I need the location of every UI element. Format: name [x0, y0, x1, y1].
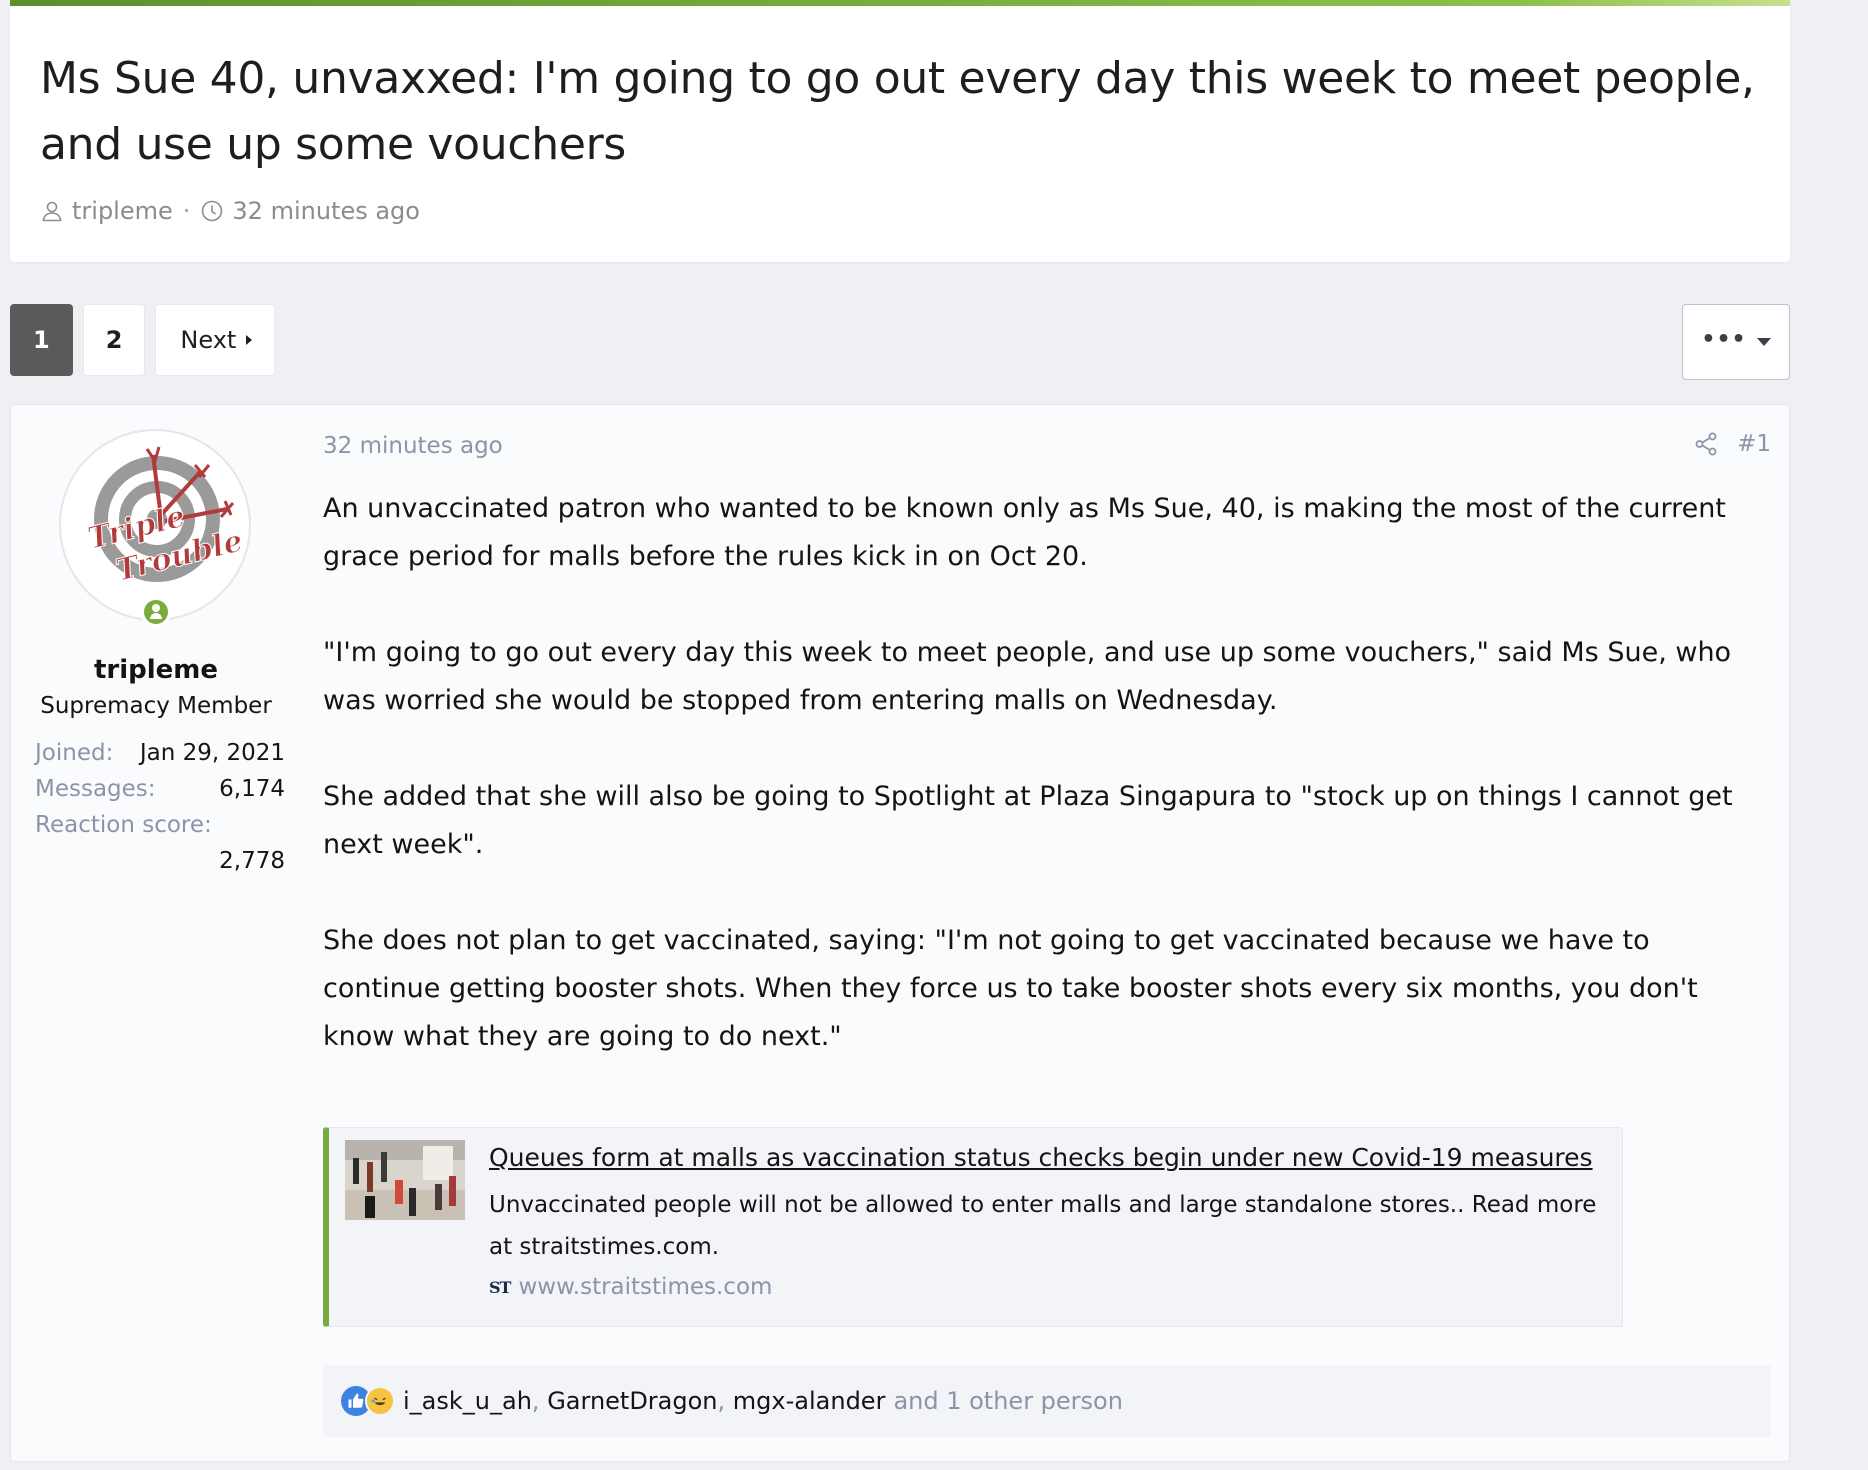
stat-messages: Messages: 6,174 [35, 771, 285, 807]
reactions-bar[interactable]: i_ask_u_ah, GarnetDragon, mgx-alander an… [323, 1365, 1771, 1437]
caret-right-icon [246, 335, 253, 345]
reaction-icons [341, 1386, 395, 1416]
photo-thumbnail [345, 1140, 465, 1220]
link-preview-title[interactable]: Queues form at malls as vaccination stat… [489, 1140, 1593, 1176]
stat-joined: Joined: Jan 29, 2021 [35, 735, 285, 771]
chevron-down-icon [1756, 338, 1771, 346]
avatar[interactable]: Triple Trouble [59, 429, 251, 621]
post-paragraph: "I'm going to go out every day this week… [323, 637, 1732, 716]
post-card: Triple Trouble tripleme Supremacy Member… [10, 404, 1790, 1462]
thread-title: Ms Sue 40, unvaxxed: I'm going to go out… [40, 53, 1755, 170]
user-icon [42, 201, 62, 222]
online-status-icon [141, 597, 171, 627]
post-main: 32 minutes ago #1 An unvaccinated patron… [323, 405, 1771, 1461]
page-2-button[interactable]: 2 [82, 304, 146, 376]
next-page-button[interactable]: Next [155, 304, 276, 376]
post-number-link[interactable]: #1 [1737, 431, 1771, 457]
stat-label: Joined: [35, 740, 114, 766]
link-preview-description: Unvaccinated people will not be allowed … [489, 1192, 1597, 1260]
reactor-separator: , [531, 1387, 540, 1415]
post-date-link[interactable]: 32 minutes ago [323, 433, 503, 459]
thread-meta: tripleme · 32 minutes ago [40, 194, 420, 228]
share-icon[interactable] [1693, 431, 1719, 457]
post-user-info: Triple Trouble tripleme Supremacy Member… [11, 405, 301, 1461]
post-paragraph: She does not plan to get vaccinated, say… [323, 925, 1698, 1052]
user-title: Supremacy Member [40, 693, 272, 719]
user-stats: Joined: Jan 29, 2021 Messages: 6,174 Rea… [35, 735, 285, 879]
thread-time-link[interactable]: 32 minutes ago [232, 197, 420, 225]
stat-label: Reaction score: [35, 812, 212, 838]
pagination: 1 2 Next [10, 304, 276, 376]
reactor-link[interactable]: GarnetDragon [547, 1387, 717, 1415]
post-paragraph: An unvaccinated patron who wanted to be … [323, 493, 1726, 572]
page-1-button[interactable]: 1 [10, 304, 73, 376]
other-reactors-link[interactable]: and 1 other person [893, 1387, 1123, 1415]
straitstimes-favicon-icon: ST [489, 1277, 511, 1297]
thread-tools-menu-button[interactable]: ••• [1682, 304, 1790, 380]
next-label: Next [180, 326, 237, 354]
thread-author-link[interactable]: tripleme [72, 197, 173, 225]
stat-value: Jan 29, 2021 [139, 740, 285, 766]
post-username[interactable]: tripleme [11, 655, 301, 685]
triple-trouble-logo: Triple Trouble [84, 446, 247, 589]
link-preview-site[interactable]: ST www.straitstimes.com [489, 1274, 772, 1300]
thread-header: Ms Sue 40, unvaxxed: I'm going to go out… [10, 0, 1790, 262]
post-tools: #1 [1693, 431, 1771, 457]
stat-value[interactable]: 6,174 [219, 776, 285, 802]
more-icon: ••• [1701, 326, 1747, 352]
stat-label: Messages: [35, 776, 156, 802]
post-paragraph: She added that she will also be going to… [323, 781, 1733, 860]
accent-bar [10, 0, 1790, 6]
page-gutter [1790, 0, 1868, 1470]
link-preview-image[interactable] [345, 1140, 465, 1220]
link-preview-domain: www.straitstimes.com [518, 1274, 773, 1300]
meta-separator: · [182, 197, 191, 225]
clock-icon [202, 200, 223, 222]
link-preview[interactable]: Queues form at malls as vaccination stat… [323, 1127, 1623, 1327]
reactor-separator: , [717, 1387, 726, 1415]
post-body: An unvaccinated patron who wanted to be … [323, 485, 1763, 1109]
reactor-link[interactable]: i_ask_u_ah [403, 1387, 532, 1415]
stat-value: 2,778 [219, 848, 285, 874]
haha-icon [365, 1386, 395, 1416]
stat-reaction-score: Reaction score: [35, 807, 285, 843]
reactor-link[interactable]: mgx-alander [733, 1387, 886, 1415]
